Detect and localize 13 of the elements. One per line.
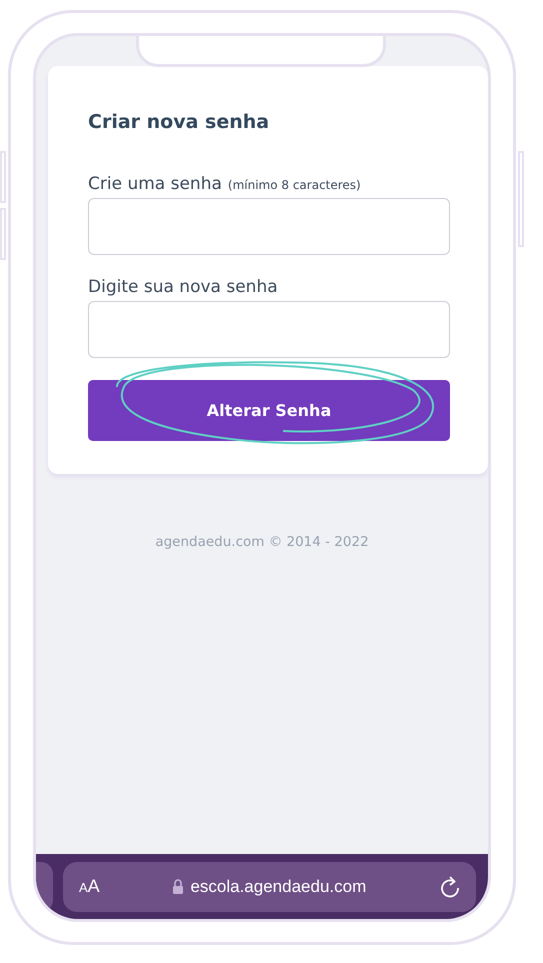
password-field[interactable] [88, 198, 450, 255]
form-title: Criar nova senha [88, 110, 270, 134]
url-text: escola.agendaedu.com [190, 876, 366, 896]
footer-text: agendaedu.com © 2014 - 2022 [154, 534, 370, 550]
field-label: Crie uma senha [88, 174, 222, 194]
reload-icon[interactable] [440, 876, 460, 898]
text-size-button[interactable]: AA [79, 876, 100, 897]
submit-button[interactable]: Alterar Senha [88, 380, 450, 441]
address-bar[interactable]: AA escola.agendaedu.com [63, 862, 476, 912]
field-hint: (mínimo 8 caracteres) [228, 178, 361, 192]
field-label: Digite sua nova senha [88, 277, 278, 297]
password-field[interactable] [88, 301, 450, 358]
lock-icon [173, 879, 184, 894]
